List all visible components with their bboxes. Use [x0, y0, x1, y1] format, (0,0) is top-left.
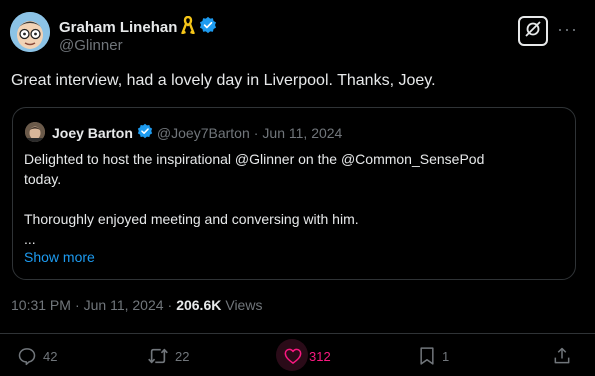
author-name-row[interactable]: Graham Linehan — [59, 15, 217, 38]
show-more-link[interactable]: Show more — [24, 249, 95, 265]
quoted-date[interactable]: Jun 11, 2024 — [262, 125, 342, 141]
quoted-author-handle[interactable]: @Joey7Barton — [157, 125, 250, 141]
author-avatar[interactable] — [10, 12, 50, 52]
quoted-text-line — [24, 189, 564, 209]
quoted-text-line: today. — [24, 171, 62, 187]
repost-button[interactable]: 22 — [147, 346, 189, 366]
like-button[interactable]: 312 — [283, 346, 331, 366]
separator: · — [167, 297, 173, 313]
yellow-ribbon-icon — [181, 15, 196, 38]
quoted-tweet-card[interactable]: Joey Barton @Joey7Barton · Jun 11, 2024 … — [12, 107, 576, 280]
verified-badge-icon[interactable] — [199, 16, 217, 38]
quoted-text-line: Delighted to host the inspirational @Gli… — [24, 151, 485, 167]
action-bar: 42 22 312 1 — [0, 339, 595, 371]
separator: · — [74, 297, 80, 313]
bookmark-button[interactable]: 1 — [418, 346, 449, 366]
tweet-meta: 10:31 PM · Jun 11, 2024 · 206.6K Views — [11, 297, 262, 313]
tweet-text: Great interview, had a lovely day in Liv… — [11, 72, 436, 89]
divider — [0, 333, 595, 334]
bookmark-icon — [418, 346, 436, 366]
grok-icon — [524, 20, 542, 43]
repost-count: 22 — [175, 348, 190, 364]
like-count: 312 — [309, 348, 331, 364]
quoted-author-name[interactable]: Joey Barton — [52, 125, 133, 141]
author-name[interactable]: Graham Linehan — [59, 19, 177, 36]
author-handle[interactable]: @Glinner — [59, 37, 123, 54]
bookmark-count: 1 — [442, 348, 450, 364]
heart-icon — [283, 346, 303, 366]
reply-icon — [17, 346, 37, 366]
verified-badge-icon — [137, 123, 153, 142]
quoted-text-line: ... — [24, 231, 36, 247]
grok-button[interactable] — [518, 16, 548, 46]
quoted-text: Delighted to host the inspirational @Gli… — [24, 149, 564, 249]
more-options-icon[interactable]: ··· — [557, 20, 578, 38]
share-icon — [552, 346, 572, 366]
share-button[interactable] — [552, 346, 572, 366]
quoted-header: Joey Barton @Joey7Barton · Jun 11, 2024 — [52, 123, 342, 142]
separator: · — [253, 124, 259, 141]
quoted-author-avatar[interactable] — [25, 122, 45, 142]
views-label: Views — [225, 297, 263, 313]
reply-count: 42 — [43, 348, 58, 364]
quoted-text-line: Thoroughly enjoyed meeting and conversin… — [24, 211, 359, 227]
views-count: 206.6K — [176, 297, 222, 313]
tweet-date[interactable]: Jun 11, 2024 — [84, 297, 164, 313]
reply-button[interactable]: 42 — [17, 346, 57, 366]
tweet-time[interactable]: 10:31 PM — [11, 297, 71, 313]
repost-icon — [147, 346, 169, 366]
